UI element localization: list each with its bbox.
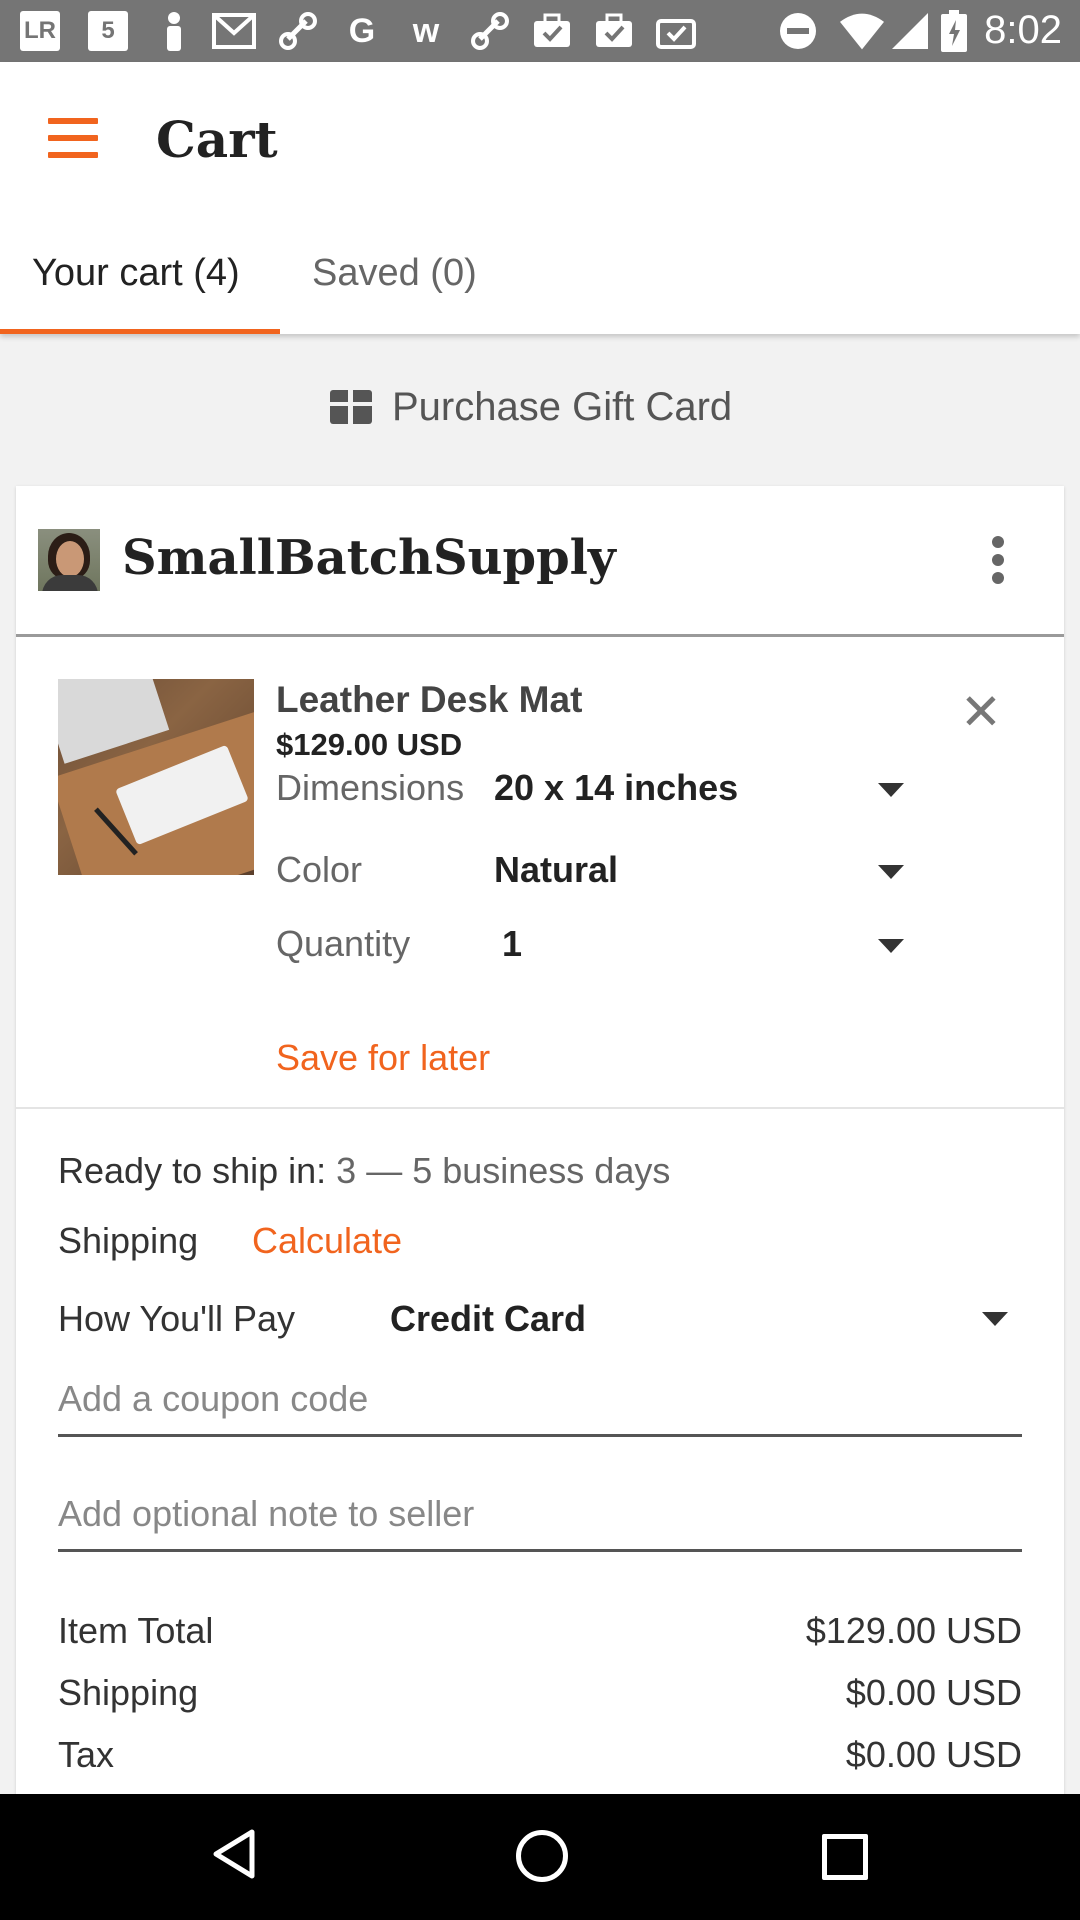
tax-label: Tax [58, 1734, 115, 1775]
google-icon: G [348, 11, 376, 50]
tax-value: $0.00 USD [845, 1734, 1022, 1775]
dimensions-dropdown-icon[interactable] [878, 783, 904, 797]
back-icon[interactable] [212, 1828, 256, 1885]
save-for-later-link[interactable]: Save for later [276, 1037, 490, 1079]
item-total-label: Item Total [58, 1610, 214, 1651]
ready-to-ship-value: 3 — 5 business days [336, 1150, 671, 1191]
item-total-row: Item Total $129.00 USD [58, 1610, 1022, 1652]
tax-row: Tax $0.00 USD [58, 1734, 1022, 1776]
shop-header: SmallBatchSupply [16, 486, 1064, 637]
shipping-total-value: $0.00 USD [845, 1672, 1022, 1713]
item-total-value: $129.00 USD [805, 1610, 1022, 1651]
briefcase-check-icon [592, 9, 636, 53]
dimensions-label: Dimensions [276, 767, 465, 808]
color-value[interactable]: Natural [494, 849, 618, 891]
quantity-dropdown-icon[interactable] [878, 939, 904, 953]
lr-app-icon: LR [20, 11, 60, 51]
color-dropdown-icon[interactable] [878, 865, 904, 879]
link-icon [468, 9, 512, 53]
shop-cart-card: SmallBatchSupply Leather Desk Mat $129.0… [16, 486, 1064, 1796]
navigation-bar [0, 1794, 1080, 1920]
tab-your-cart[interactable]: Your cart (4) [32, 252, 240, 295]
purchase-gift-card-button[interactable]: Purchase Gift Card [330, 382, 732, 432]
coupon-code-input[interactable] [58, 1364, 1022, 1437]
payment-method-value[interactable]: Credit Card [390, 1298, 586, 1340]
menu-icon[interactable] [48, 118, 98, 158]
color-label: Color [276, 849, 363, 890]
ready-to-ship: Ready to ship in: 3 — 5 business days [58, 1150, 670, 1192]
gift-card-icon [330, 390, 372, 424]
page-title: Cart [156, 110, 278, 169]
recent-apps-icon[interactable] [822, 1834, 868, 1880]
note-to-seller-input[interactable] [58, 1479, 1022, 1552]
payment-dropdown-icon[interactable] [982, 1312, 1008, 1326]
calculate-shipping-link[interactable]: Calculate [252, 1220, 402, 1262]
link-icon [276, 9, 320, 53]
more-options-icon[interactable] [992, 536, 1006, 584]
item-thumbnail[interactable] [58, 679, 254, 875]
ready-to-ship-label: Ready to ship in: [58, 1150, 327, 1191]
status-bar: LR 5 G w 8:02 [0, 0, 1080, 62]
payment-label: How You'll Pay [58, 1298, 296, 1339]
remove-item-icon[interactable]: ✕ [960, 687, 1002, 737]
person-icon [152, 9, 196, 53]
status-time: 8:02 [984, 8, 1062, 52]
wifi-icon [840, 9, 884, 53]
shop-avatar[interactable] [38, 529, 100, 591]
cart-item: Leather Desk Mat $129.00 USD ✕ Dimension… [16, 637, 1064, 1109]
home-icon[interactable] [516, 1830, 568, 1882]
w-icon: w [412, 11, 440, 50]
clipboard-check-icon [654, 9, 698, 53]
briefcase-check-icon [530, 9, 574, 53]
quantity-value[interactable]: 1 [502, 923, 522, 965]
quantity-label: Quantity [276, 923, 411, 964]
app-bar: Cart Your cart (4) Saved (0) [0, 62, 1080, 334]
tab-saved[interactable]: Saved (0) [312, 252, 477, 295]
mail-icon [212, 9, 256, 53]
shop-name[interactable]: SmallBatchSupply [122, 530, 616, 586]
item-title[interactable]: Leather Desk Mat [276, 679, 582, 721]
dimensions-value[interactable]: 20 x 14 inches [494, 767, 738, 809]
battery-charging-icon [932, 9, 976, 53]
signal-icon [888, 9, 932, 53]
app-icon-5: 5 [88, 11, 128, 51]
item-price: $129.00 USD [276, 727, 463, 762]
active-tab-indicator [0, 329, 280, 334]
shipping-total-label: Shipping [58, 1672, 199, 1713]
shipping-label: Shipping [58, 1220, 199, 1261]
shipping-total-row: Shipping $0.00 USD [58, 1672, 1022, 1714]
do-not-disturb-icon [776, 9, 820, 53]
gift-card-label: Purchase Gift Card [392, 384, 733, 429]
